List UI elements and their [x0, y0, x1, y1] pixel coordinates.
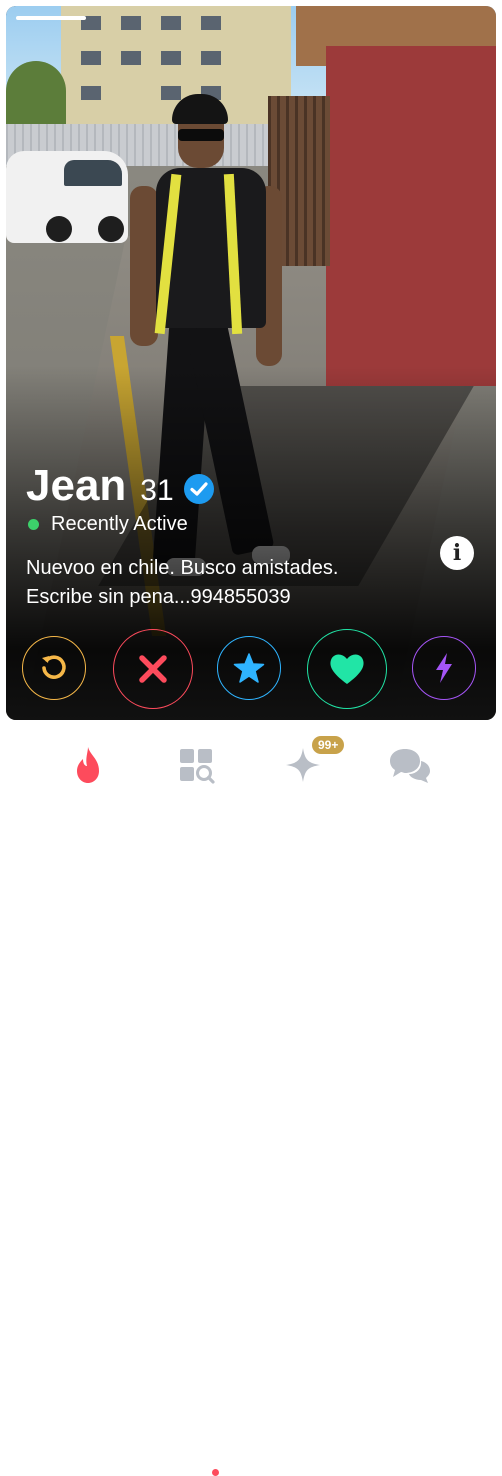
online-dot-icon: [28, 519, 39, 530]
info-icon: i: [452, 540, 462, 566]
rewind-button[interactable]: [22, 636, 86, 700]
profile-name: Jean: [26, 461, 127, 510]
bio-line: Escribe sin pena...994855039: [26, 586, 291, 608]
profile-card[interactable]: Jean 31 Recently Active Nuevoo en chile.…: [6, 6, 496, 720]
gold-count-badge: 99+: [312, 736, 345, 754]
notification-dot: [212, 1469, 219, 1476]
nav-messages[interactable]: [385, 740, 435, 790]
profile-header: Jean 31: [26, 461, 214, 511]
rewind-icon: [42, 655, 66, 679]
verified-check-icon: [183, 474, 214, 504]
activity-status: Recently Active: [28, 513, 188, 536]
action-bar: [6, 629, 496, 709]
lightning-icon: [436, 653, 452, 683]
nav-discover[interactable]: [63, 740, 113, 790]
flame-icon: [77, 747, 99, 783]
boost-button[interactable]: [412, 636, 476, 700]
close-x-icon: [139, 655, 167, 683]
photo-progress-bar: [16, 16, 86, 20]
info-button[interactable]: i: [440, 536, 474, 570]
heart-icon: [330, 654, 364, 684]
chat-icon: [390, 749, 430, 783]
super-like-button[interactable]: [217, 636, 281, 700]
explore-icon: [180, 749, 215, 784]
nope-button[interactable]: [113, 629, 193, 709]
profile-age: 31: [140, 474, 174, 507]
nav-explore[interactable]: [171, 740, 221, 790]
bio-line: Nuevoo en chile. Busco amistades.: [26, 557, 339, 579]
star-icon: [233, 653, 265, 683]
bottom-navigation: [0, 722, 502, 1476]
activity-status-label: Recently Active: [51, 513, 188, 535]
like-button[interactable]: [307, 629, 387, 709]
profile-bio: Nuevoo en chile. Busco amistades. Escrib…: [26, 554, 416, 612]
